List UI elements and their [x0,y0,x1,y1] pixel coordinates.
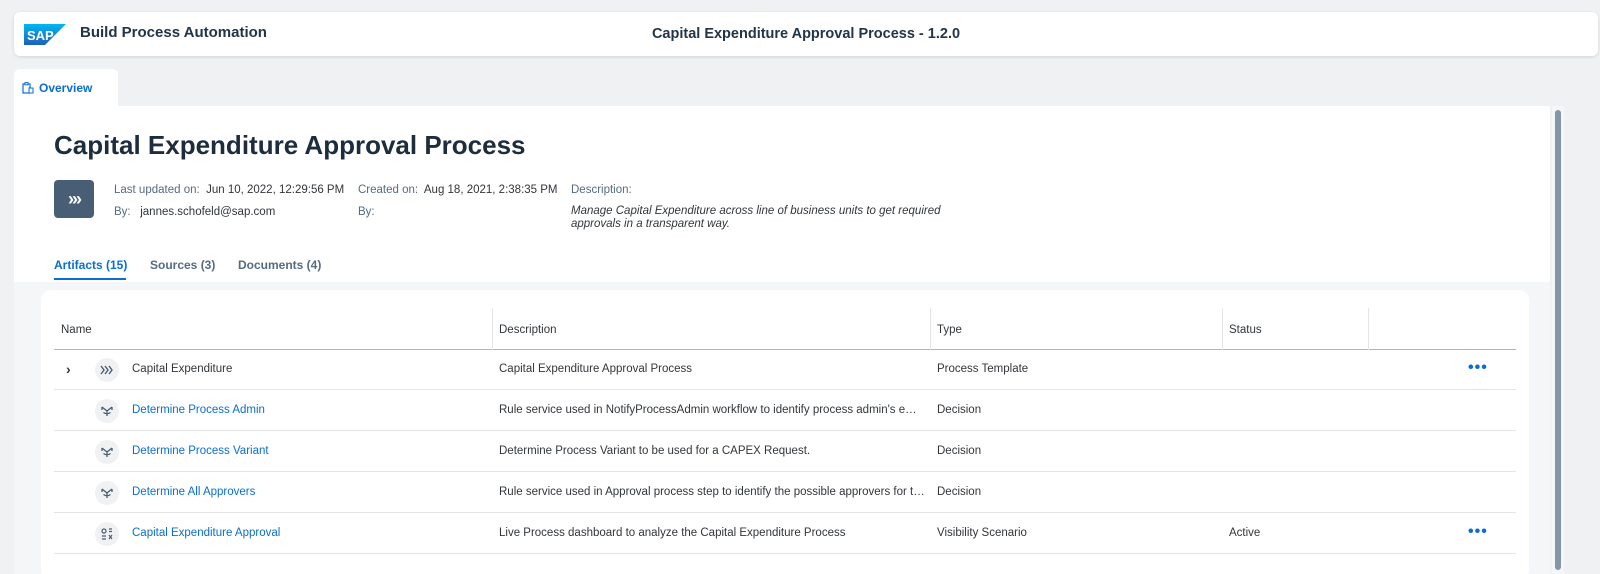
artifact-type: Decision [937,404,982,416]
created-on: Created on: Aug 18, 2021, 2:38:35 PM [358,184,558,196]
tab-documents[interactable]: Documents (4) [238,258,321,272]
artifact-type: Visibility Scenario [937,527,1027,539]
table-row[interactable]: Determine Process Admin Rule service use… [54,391,1516,431]
column-separator[interactable] [492,308,493,350]
table-row[interactable]: Determine All Approvers Rule service use… [54,473,1516,513]
updated-by-value: jannes.schofeld@sap.com [140,206,276,218]
active-tab-indicator [54,278,126,280]
artifact-description: Live Process dashboard to analyze the Ca… [499,527,846,539]
last-updated: Last updated on: Jun 10, 2022, 12:29:56 … [114,184,344,196]
table-row[interactable]: Capital Expenditure Approval Live Proces… [54,514,1516,554]
shell-bar: SAP Build Process Automation Capital Exp… [14,12,1598,56]
column-separator[interactable] [1222,308,1223,350]
tab-overview-label: Overview [39,81,93,95]
process-chevrons-icon: ››› [54,180,94,218]
table-row[interactable]: Determine Process Variant Determine Proc… [54,432,1516,472]
page-title: Capital Expenditure Approval Process [54,130,526,160]
artifact-name: Capital Expenditure [132,363,233,375]
scrollbar-thumb[interactable] [1555,110,1561,570]
column-separator[interactable] [930,308,931,350]
artifact-description: Rule service used in NotifyProcessAdmin … [499,404,925,416]
content-area: Capital Expenditure Approval Process ›››… [14,106,1550,574]
artifact-description: Rule service used in Approval process st… [499,486,925,498]
artifact-type: Process Template [937,363,1029,375]
artifact-type: Decision [937,445,982,457]
visibility-scenario-icon [95,522,119,546]
description-label: Description: [571,184,632,196]
expand-row-chevron-icon[interactable]: › [66,361,71,377]
tab-sources[interactable]: Sources (3) [150,258,215,272]
artifact-description: Capital Expenditure Approval Process [499,363,693,375]
process-icon [95,358,119,382]
clipboard-icon [22,82,34,94]
artifact-type: Decision [937,486,982,498]
column-type[interactable]: Type [937,324,962,336]
artifacts-table: Name Description Type Status › Capital E… [41,290,1529,574]
created-on-value: Aug 18, 2021, 2:38:35 PM [423,184,558,196]
decision-icon [95,481,119,505]
column-description[interactable]: Description [499,324,557,336]
artifact-name-link[interactable]: Capital Expenditure Approval [132,527,280,539]
created-on-label: Created on: [358,184,419,196]
updated-by: By: jannes.schofeld@sap.com [114,206,275,218]
column-separator[interactable] [1368,308,1369,350]
artifact-name-link[interactable]: Determine All Approvers [132,486,255,498]
object-tabbar: Overview [14,66,1598,106]
last-updated-label: Last updated on: [114,184,200,196]
artifact-status: Active [1229,527,1261,539]
decision-icon [95,399,119,423]
table-header: Name Description Type Status [54,308,1516,350]
row-actions-more-icon[interactable]: ••• [1468,523,1488,541]
shell-center-title: Capital Expenditure Approval Process - 1… [651,26,961,42]
row-actions-more-icon[interactable]: ••• [1468,359,1488,377]
decision-icon [95,440,119,464]
table-row[interactable]: › Capital Expenditure Capital Expenditur… [54,350,1516,390]
column-name[interactable]: Name [61,324,92,336]
artifact-name-link[interactable]: Determine Process Variant [132,445,269,457]
artifact-name-link[interactable]: Determine Process Admin [132,404,265,416]
created-by: By: [358,206,375,218]
column-status[interactable]: Status [1229,324,1262,336]
description-label-text: Description: [571,184,632,196]
tab-overview[interactable]: Overview [14,69,118,106]
tab-artifacts[interactable]: Artifacts (15) [54,258,127,272]
object-header: Capital Expenditure Approval Process ›››… [14,106,1550,282]
artifact-description: Determine Process Variant to be used for… [499,445,811,457]
created-by-label: By: [358,206,375,218]
last-updated-value: Jun 10, 2022, 12:29:56 PM [206,184,345,196]
vertical-scrollbar[interactable] [1552,106,1564,574]
updated-by-label: By: [114,206,131,218]
description-value: Manage Capital Expenditure across line o… [571,205,941,230]
